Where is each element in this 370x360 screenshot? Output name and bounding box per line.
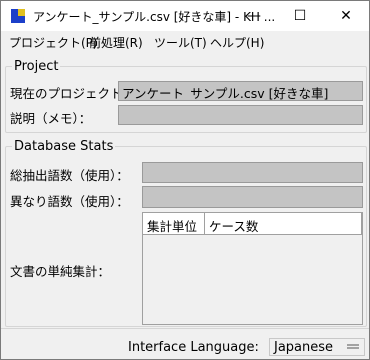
project-legend: Project: [14, 59, 59, 74]
maximize-icon: ☐: [293, 8, 307, 24]
table-header-count[interactable]: ケース数: [205, 213, 362, 235]
minimize-button[interactable]: —: [231, 1, 277, 31]
dropdown-icon: [347, 344, 359, 349]
menu-help[interactable]: ヘルプ(H): [210, 34, 264, 51]
current-project-field[interactable]: アンケート_サンプル.csv [好きな車]: [118, 81, 363, 101]
doc-unit-label: 文書の単純集計：: [10, 264, 111, 279]
minimize-icon: —: [247, 8, 261, 24]
total-words-field[interactable]: [142, 162, 363, 183]
status-divider: [1, 328, 369, 329]
distinct-words-field[interactable]: [142, 186, 363, 208]
current-project-label: 現在のプロジェクト：: [10, 86, 136, 101]
app-icon: [11, 9, 25, 23]
doc-unit-table[interactable]: 集計単位 ケース数: [142, 212, 363, 325]
menu-tools[interactable]: ツール(T): [154, 34, 207, 51]
close-button[interactable]: ✕: [323, 1, 369, 31]
stats-legend: Database Stats: [14, 139, 114, 154]
language-value: Japanese: [274, 340, 334, 355]
main-window: アンケート_サンプル.csv [好きな車] - KH ... — ☐ ✕ プロジ…: [0, 0, 370, 360]
close-icon: ✕: [340, 8, 352, 24]
memo-label: 説明（メモ）：: [10, 111, 92, 126]
memo-field[interactable]: [118, 105, 363, 125]
menu-project[interactable]: プロジェクト(P): [9, 34, 98, 51]
table-header-unit[interactable]: 集計単位: [143, 213, 205, 235]
title-bar: アンケート_サンプル.csv [好きな車] - KH ... — ☐ ✕: [1, 1, 369, 31]
language-select[interactable]: Japanese: [269, 338, 365, 356]
maximize-button[interactable]: ☐: [277, 1, 323, 31]
menu-bar: プロジェクト(P) 前処理(R) ツール(T) ヘルプ(H): [1, 31, 369, 53]
menu-preprocess[interactable]: 前処理(R): [89, 34, 143, 51]
distinct-words-label: 異なり語数（使用）：: [10, 194, 129, 209]
language-label: Interface Language:: [128, 340, 259, 355]
total-words-label: 総抽出語数（使用）：: [10, 168, 129, 183]
